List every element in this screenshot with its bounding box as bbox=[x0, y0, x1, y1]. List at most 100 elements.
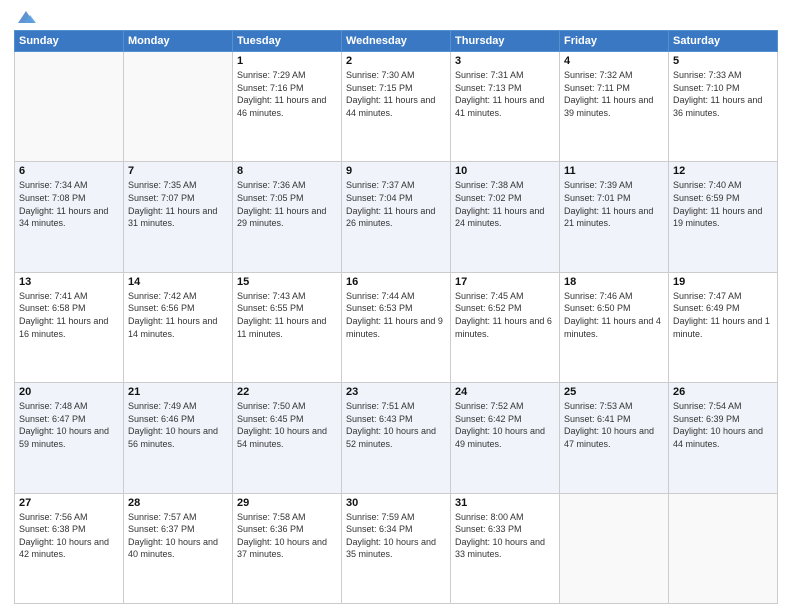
calendar-header-row: SundayMondayTuesdayWednesdayThursdayFrid… bbox=[15, 31, 778, 52]
day-of-week-header: Sunday bbox=[15, 31, 124, 52]
day-number: 17 bbox=[455, 276, 555, 288]
calendar-cell: 23 Sunrise: 7:51 AM Sunset: 6:43 PM Dayli… bbox=[342, 383, 451, 493]
day-info: Sunrise: 7:46 AM Sunset: 6:50 PM Dayligh… bbox=[564, 290, 664, 340]
calendar-cell: 20 Sunrise: 7:48 AM Sunset: 6:47 PM Dayli… bbox=[15, 383, 124, 493]
day-info: Sunrise: 7:48 AM Sunset: 6:47 PM Dayligh… bbox=[19, 400, 119, 450]
day-info: Sunrise: 7:50 AM Sunset: 6:45 PM Dayligh… bbox=[237, 400, 337, 450]
calendar-cell: 25Sunrise: 7:53 AM Sunset: 6:41 PM Dayli… bbox=[560, 383, 669, 493]
day-info: Sunrise: 7:43 AM Sunset: 6:55 PM Dayligh… bbox=[237, 290, 337, 340]
day-number: 20 bbox=[19, 386, 119, 398]
day-info: Sunrise: 7:45 AM Sunset: 6:52 PM Dayligh… bbox=[455, 290, 555, 340]
day-number: 7 bbox=[128, 165, 228, 177]
calendar-cell: 3 Sunrise: 7:31 AM Sunset: 7:13 PM Daylig… bbox=[451, 52, 560, 162]
calendar-cell: 8 Sunrise: 7:36 AM Sunset: 7:05 PM Daylig… bbox=[233, 162, 342, 272]
calendar-cell: 28 Sunrise: 7:57 AM Sunset: 6:37 PM Dayli… bbox=[124, 493, 233, 603]
calendar-cell: 6Sunrise: 7:34 AM Sunset: 7:08 PM Daylig… bbox=[15, 162, 124, 272]
day-number: 11 bbox=[564, 165, 664, 177]
day-number: 10 bbox=[455, 165, 555, 177]
day-of-week-header: Saturday bbox=[669, 31, 778, 52]
calendar-cell: 21Sunrise: 7:49 AM Sunset: 6:46 PM Dayli… bbox=[124, 383, 233, 493]
day-info: Sunrise: 7:59 AM Sunset: 6:34 PM Dayligh… bbox=[346, 511, 446, 561]
day-number: 8 bbox=[237, 165, 337, 177]
day-of-week-header: Friday bbox=[560, 31, 669, 52]
calendar-cell: 31 Sunrise: 8:00 AM Sunset: 6:33 PM Dayli… bbox=[451, 493, 560, 603]
calendar-week-row: 20 Sunrise: 7:48 AM Sunset: 6:47 PM Dayli… bbox=[15, 383, 778, 493]
day-info: Sunrise: 7:38 AM Sunset: 7:02 PM Dayligh… bbox=[455, 179, 555, 229]
day-number: 23 bbox=[346, 386, 446, 398]
calendar-week-row: 13 Sunrise: 7:41 AM Sunset: 6:58 PM Dayli… bbox=[15, 272, 778, 382]
day-info: Sunrise: 7:44 AM Sunset: 6:53 PM Dayligh… bbox=[346, 290, 446, 340]
day-info: Sunrise: 7:42 AM Sunset: 6:56 PM Dayligh… bbox=[128, 290, 228, 340]
calendar-cell: 29 Sunrise: 7:58 AM Sunset: 6:36 PM Dayli… bbox=[233, 493, 342, 603]
day-number: 1 bbox=[237, 55, 337, 67]
calendar-cell: 24 Sunrise: 7:52 AM Sunset: 6:42 PM Dayli… bbox=[451, 383, 560, 493]
calendar-cell: 2 Sunrise: 7:30 AM Sunset: 7:15 PM Daylig… bbox=[342, 52, 451, 162]
day-number: 9 bbox=[346, 165, 446, 177]
day-number: 14 bbox=[128, 276, 228, 288]
day-number: 19 bbox=[673, 276, 773, 288]
day-number: 27 bbox=[19, 497, 119, 509]
day-info: Sunrise: 7:49 AM Sunset: 6:46 PM Dayligh… bbox=[128, 400, 228, 450]
day-info: Sunrise: 7:56 AM Sunset: 6:38 PM Dayligh… bbox=[19, 511, 119, 561]
calendar-cell: 18 Sunrise: 7:46 AM Sunset: 6:50 PM Dayli… bbox=[560, 272, 669, 382]
day-number: 13 bbox=[19, 276, 119, 288]
day-number: 31 bbox=[455, 497, 555, 509]
day-info: Sunrise: 7:51 AM Sunset: 6:43 PM Dayligh… bbox=[346, 400, 446, 450]
logo bbox=[14, 10, 36, 24]
day-of-week-header: Wednesday bbox=[342, 31, 451, 52]
calendar-cell: 19 Sunrise: 7:47 AM Sunset: 6:49 PM Dayli… bbox=[669, 272, 778, 382]
calendar-cell: 11Sunrise: 7:39 AM Sunset: 7:01 PM Dayli… bbox=[560, 162, 669, 272]
day-info: Sunrise: 8:00 AM Sunset: 6:33 PM Dayligh… bbox=[455, 511, 555, 561]
calendar-cell bbox=[124, 52, 233, 162]
day-number: 2 bbox=[346, 55, 446, 67]
day-of-week-header: Tuesday bbox=[233, 31, 342, 52]
calendar-cell: 27 Sunrise: 7:56 AM Sunset: 6:38 PM Dayli… bbox=[15, 493, 124, 603]
day-info: Sunrise: 7:32 AM Sunset: 7:11 PM Dayligh… bbox=[564, 69, 664, 119]
day-number: 5 bbox=[673, 55, 773, 67]
day-info: Sunrise: 7:29 AM Sunset: 7:16 PM Dayligh… bbox=[237, 69, 337, 119]
day-number: 25 bbox=[564, 386, 664, 398]
calendar-cell bbox=[560, 493, 669, 603]
day-number: 29 bbox=[237, 497, 337, 509]
day-of-week-header: Thursday bbox=[451, 31, 560, 52]
day-info: Sunrise: 7:33 AM Sunset: 7:10 PM Dayligh… bbox=[673, 69, 773, 119]
day-number: 24 bbox=[455, 386, 555, 398]
day-info: Sunrise: 7:47 AM Sunset: 6:49 PM Dayligh… bbox=[673, 290, 773, 340]
day-info: Sunrise: 7:52 AM Sunset: 6:42 PM Dayligh… bbox=[455, 400, 555, 450]
day-info: Sunrise: 7:58 AM Sunset: 6:36 PM Dayligh… bbox=[237, 511, 337, 561]
day-info: Sunrise: 7:54 AM Sunset: 6:39 PM Dayligh… bbox=[673, 400, 773, 450]
day-number: 16 bbox=[346, 276, 446, 288]
calendar-cell: 26 Sunrise: 7:54 AM Sunset: 6:39 PM Dayli… bbox=[669, 383, 778, 493]
day-number: 15 bbox=[237, 276, 337, 288]
logo-icon bbox=[16, 10, 36, 24]
day-info: Sunrise: 7:41 AM Sunset: 6:58 PM Dayligh… bbox=[19, 290, 119, 340]
header bbox=[14, 10, 778, 24]
day-info: Sunrise: 7:36 AM Sunset: 7:05 PM Dayligh… bbox=[237, 179, 337, 229]
day-number: 30 bbox=[346, 497, 446, 509]
day-info: Sunrise: 7:37 AM Sunset: 7:04 PM Dayligh… bbox=[346, 179, 446, 229]
day-info: Sunrise: 7:35 AM Sunset: 7:07 PM Dayligh… bbox=[128, 179, 228, 229]
calendar-cell: 16 Sunrise: 7:44 AM Sunset: 6:53 PM Dayli… bbox=[342, 272, 451, 382]
page: SundayMondayTuesdayWednesdayThursdayFrid… bbox=[0, 0, 792, 612]
calendar-cell: 15 Sunrise: 7:43 AM Sunset: 6:55 PM Dayli… bbox=[233, 272, 342, 382]
day-number: 3 bbox=[455, 55, 555, 67]
calendar-cell: 10 Sunrise: 7:38 AM Sunset: 7:02 PM Dayli… bbox=[451, 162, 560, 272]
calendar-week-row: 27 Sunrise: 7:56 AM Sunset: 6:38 PM Dayli… bbox=[15, 493, 778, 603]
day-info: Sunrise: 7:57 AM Sunset: 6:37 PM Dayligh… bbox=[128, 511, 228, 561]
day-info: Sunrise: 7:40 AM Sunset: 6:59 PM Dayligh… bbox=[673, 179, 773, 229]
calendar-cell: 13 Sunrise: 7:41 AM Sunset: 6:58 PM Dayli… bbox=[15, 272, 124, 382]
calendar-cell: 5 Sunrise: 7:33 AM Sunset: 7:10 PM Daylig… bbox=[669, 52, 778, 162]
day-number: 22 bbox=[237, 386, 337, 398]
day-number: 28 bbox=[128, 497, 228, 509]
calendar-cell bbox=[669, 493, 778, 603]
day-info: Sunrise: 7:31 AM Sunset: 7:13 PM Dayligh… bbox=[455, 69, 555, 119]
calendar-cell: 14 Sunrise: 7:42 AM Sunset: 6:56 PM Dayli… bbox=[124, 272, 233, 382]
day-number: 6 bbox=[19, 165, 119, 177]
day-info: Sunrise: 7:30 AM Sunset: 7:15 PM Dayligh… bbox=[346, 69, 446, 119]
calendar-cell: 30 Sunrise: 7:59 AM Sunset: 6:34 PM Dayli… bbox=[342, 493, 451, 603]
calendar-cell: 22 Sunrise: 7:50 AM Sunset: 6:45 PM Dayli… bbox=[233, 383, 342, 493]
day-number: 12 bbox=[673, 165, 773, 177]
day-number: 26 bbox=[673, 386, 773, 398]
calendar-cell: 4Sunrise: 7:32 AM Sunset: 7:11 PM Daylig… bbox=[560, 52, 669, 162]
day-number: 18 bbox=[564, 276, 664, 288]
